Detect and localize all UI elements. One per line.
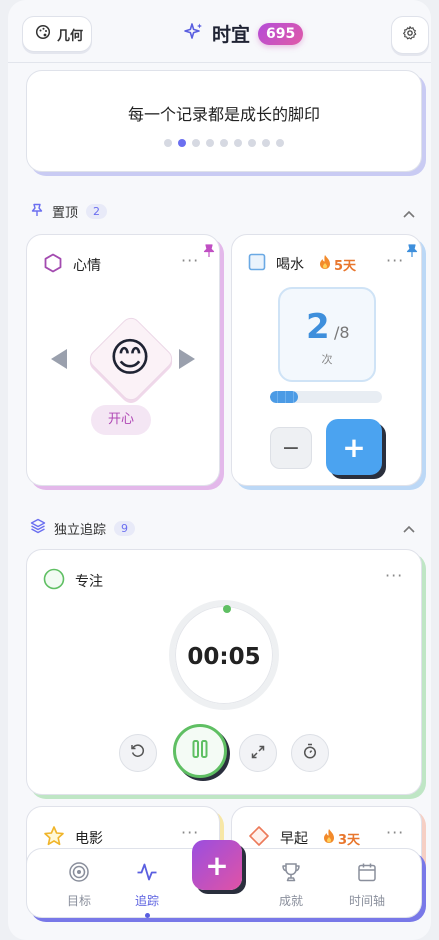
water-current-count: 2: [306, 307, 330, 347]
focus-card-title: 专注: [75, 574, 103, 590]
app-title: 时宜: [212, 24, 251, 46]
water-more-button[interactable]: ···: [386, 251, 404, 270]
header-divider: [8, 62, 431, 63]
flame-icon: [318, 254, 332, 274]
tracking-section-header: 独立追踪 9: [30, 518, 136, 538]
nav-label-tracking: 追踪: [134, 894, 159, 908]
nav-item-achievements[interactable]: 成就: [261, 861, 321, 909]
carousel-dots: [27, 139, 421, 147]
gear-icon: [402, 25, 418, 45]
expand-icon: [251, 744, 265, 763]
focus-more-button[interactable]: ···: [385, 566, 403, 585]
water-card-title: 喝水: [276, 257, 304, 273]
layers-icon: [30, 518, 46, 538]
mood-emoji: 😊: [109, 335, 151, 381]
tracking-collapse-button[interactable]: [401, 519, 417, 535]
carousel-dot[interactable]: [192, 139, 200, 147]
mood-more-button[interactable]: ···: [181, 251, 199, 270]
early-rise-card-title: 早起: [280, 831, 308, 847]
nav-item-goals[interactable]: 目标: [49, 861, 109, 909]
calendar-icon: [356, 861, 378, 886]
mood-card-title: 心情: [73, 258, 101, 274]
circle-check-icon[interactable]: [43, 568, 65, 594]
carousel-dot[interactable]: [262, 139, 270, 147]
mood-label: 开心: [91, 405, 151, 435]
focus-timer: 00:05: [187, 644, 261, 670]
water-progress-fill: [270, 391, 298, 403]
stopwatch-button[interactable]: [291, 734, 329, 772]
water-streak-text: 5天: [334, 258, 357, 274]
chevron-up-icon: [403, 203, 415, 222]
quote-text: 每一个记录都是成长的脚印: [127, 105, 320, 124]
carousel-dot[interactable]: [248, 139, 256, 147]
nav-label-achievements: 成就: [278, 894, 303, 908]
target-icon: [68, 861, 90, 886]
water-progress-bar: [270, 391, 382, 403]
focus-card[interactable]: 专注 ··· 00:05: [26, 549, 422, 795]
tracking-count-badge: 9: [114, 520, 136, 536]
nav-label-timeline: 时间轴: [348, 894, 385, 908]
reset-button[interactable]: [119, 734, 157, 772]
chevron-up-icon: [403, 518, 415, 537]
early-rise-streak-text: 3天: [338, 832, 361, 848]
carousel-dot[interactable]: [276, 139, 284, 147]
timer-progress-dot: [223, 605, 231, 613]
next-mood-button[interactable]: [179, 349, 195, 369]
quote-carousel[interactable]: 每一个记录都是成长的脚印: [26, 70, 422, 172]
pinned-collapse-button[interactable]: [401, 204, 417, 220]
tracking-section-label: 独立追踪: [54, 522, 107, 538]
water-unit: 次: [321, 353, 333, 366]
stopwatch-icon: [303, 743, 317, 763]
reset-icon: [130, 743, 146, 763]
pulse-icon: [136, 861, 158, 886]
carousel-dot[interactable]: [234, 139, 242, 147]
add-record-button[interactable]: +: [192, 840, 242, 890]
trophy-icon: [280, 861, 302, 886]
checkbox-icon[interactable]: [248, 253, 266, 275]
app-frame: 几何 时宜 695 每一个记录都是成长的脚印 置顶 2 心情 ··· 😊 开心 …: [8, 0, 431, 940]
pause-icon: [191, 739, 209, 763]
hexagon-icon: [43, 253, 63, 277]
water-decrement-button[interactable]: −: [270, 427, 312, 469]
sparkle-icon: [184, 22, 204, 46]
theme-label: 几何: [57, 28, 84, 44]
theme-button[interactable]: 几何: [22, 16, 92, 52]
water-target-count: /8: [334, 323, 350, 342]
pinned-section-header: 置顶 2: [30, 202, 108, 221]
water-card[interactable]: 喝水 5天 ··· 2 /8 次 − +: [231, 234, 422, 486]
nav-item-timeline[interactable]: 时间轴: [337, 861, 397, 909]
water-increment-button[interactable]: +: [326, 419, 382, 475]
app-title-group: 时宜 695: [184, 20, 304, 47]
streak-badge: 5天: [318, 254, 356, 274]
nav-label-goals: 目标: [66, 894, 91, 908]
pause-button[interactable]: [173, 724, 227, 778]
pinned-section-label: 置顶: [52, 206, 79, 221]
movie-more-button[interactable]: ···: [181, 823, 199, 842]
water-counter: 2 /8 次: [278, 287, 376, 382]
carousel-dot[interactable]: [164, 139, 172, 147]
plus-sparkle-icon: +: [205, 848, 229, 882]
pin-icon: [406, 243, 418, 262]
mood-card-header: 心情: [43, 253, 101, 277]
score-badge: 695: [258, 22, 304, 45]
settings-button[interactable]: [391, 16, 429, 54]
nav-item-tracking[interactable]: 追踪: [117, 861, 177, 918]
streak-badge: 3天: [322, 828, 360, 848]
mood-card[interactable]: 心情 ··· 😊 开心: [26, 234, 220, 486]
focus-card-header: 专注: [43, 568, 103, 594]
fullscreen-button[interactable]: [239, 734, 277, 772]
water-card-header: 喝水 5天: [248, 253, 356, 275]
flame-icon: [322, 828, 336, 848]
pin-icon: [30, 203, 44, 221]
carousel-dot[interactable]: [220, 139, 228, 147]
pinned-count-badge: 2: [86, 204, 108, 219]
pin-icon: [203, 243, 215, 262]
previous-mood-button[interactable]: [51, 349, 67, 369]
early-rise-more-button[interactable]: ···: [386, 823, 404, 842]
palette-icon: [35, 24, 51, 44]
carousel-dot[interactable]: [206, 139, 214, 147]
movie-card-title: 电影: [75, 831, 103, 847]
carousel-dot[interactable]: [178, 139, 186, 147]
active-indicator-dot: [144, 913, 150, 918]
